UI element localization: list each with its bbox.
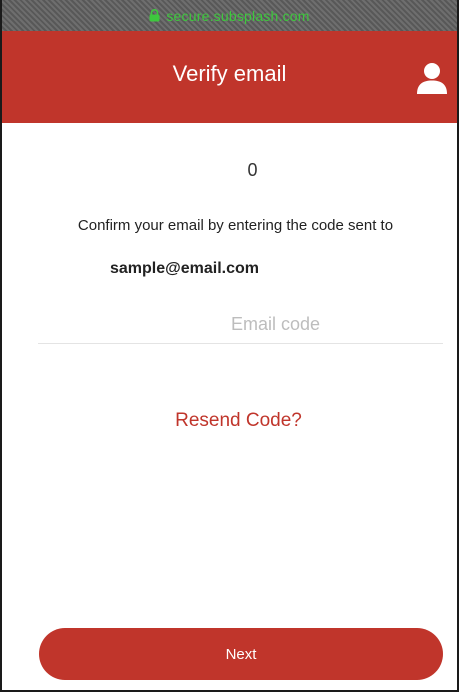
phone-screen: secure.subsplash.com Verify email 0 Conf…: [0, 0, 459, 692]
browser-url-bar[interactable]: secure.subsplash.com: [2, 0, 457, 31]
user-icon[interactable]: [415, 61, 449, 95]
next-button[interactable]: Next: [39, 628, 443, 680]
url-text: secure.subsplash.com: [166, 7, 310, 24]
resend-code-link[interactable]: Resend Code?: [2, 410, 457, 432]
instruction-text: Confirm your email by entering the code …: [77, 217, 394, 234]
email-address: sample@email.com: [110, 260, 259, 277]
email-code-input[interactable]: [38, 306, 443, 344]
app-header: Verify email: [2, 31, 457, 123]
lock-icon: [149, 9, 160, 22]
page-title: Verify email: [172, 61, 287, 86]
code-counter: 0: [247, 160, 258, 180]
